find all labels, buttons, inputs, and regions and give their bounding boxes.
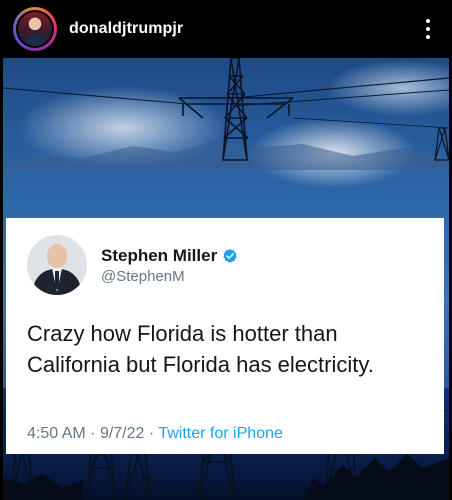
profile-avatar[interactable] (13, 7, 57, 51)
tweet-meta: 4:50 AM · 9/7/22 · Twitter for iPhone (27, 425, 283, 443)
tweet-author-handle: @StephenM (101, 267, 185, 285)
meta-separator-2: · (148, 425, 155, 442)
instagram-post: donaldjtrumpjr Stephen Miller @StephenM … (0, 0, 452, 500)
tweet-source: Twitter for iPhone (158, 425, 283, 442)
avatar-inner (16, 10, 54, 48)
post-header: donaldjtrumpjr (0, 0, 452, 58)
tweet-card: Stephen Miller @StephenM Crazy how Flori… (6, 218, 444, 454)
author-name-row: Stephen Miller (101, 246, 238, 266)
tweet-author: Stephen Miller @StephenM (27, 234, 424, 296)
post-username[interactable]: donaldjtrumpjr (69, 20, 418, 38)
meta-separator: · (90, 425, 96, 442)
tweet-text: Crazy how Florida is hotter than Califor… (27, 321, 374, 377)
author-text: Stephen Miller @StephenM (101, 246, 238, 285)
more-vertical-icon[interactable] (418, 16, 438, 42)
tweet-date: 9/7/22 (99, 425, 145, 442)
avatar-image (18, 12, 52, 46)
tweet-author-avatar (27, 235, 87, 295)
post-image: Stephen Miller @StephenM Crazy how Flori… (3, 58, 449, 500)
tweet-author-name: Stephen Miller (101, 245, 218, 265)
verified-badge-icon (223, 248, 237, 263)
tweet-time: 4:50 AM (27, 425, 86, 442)
